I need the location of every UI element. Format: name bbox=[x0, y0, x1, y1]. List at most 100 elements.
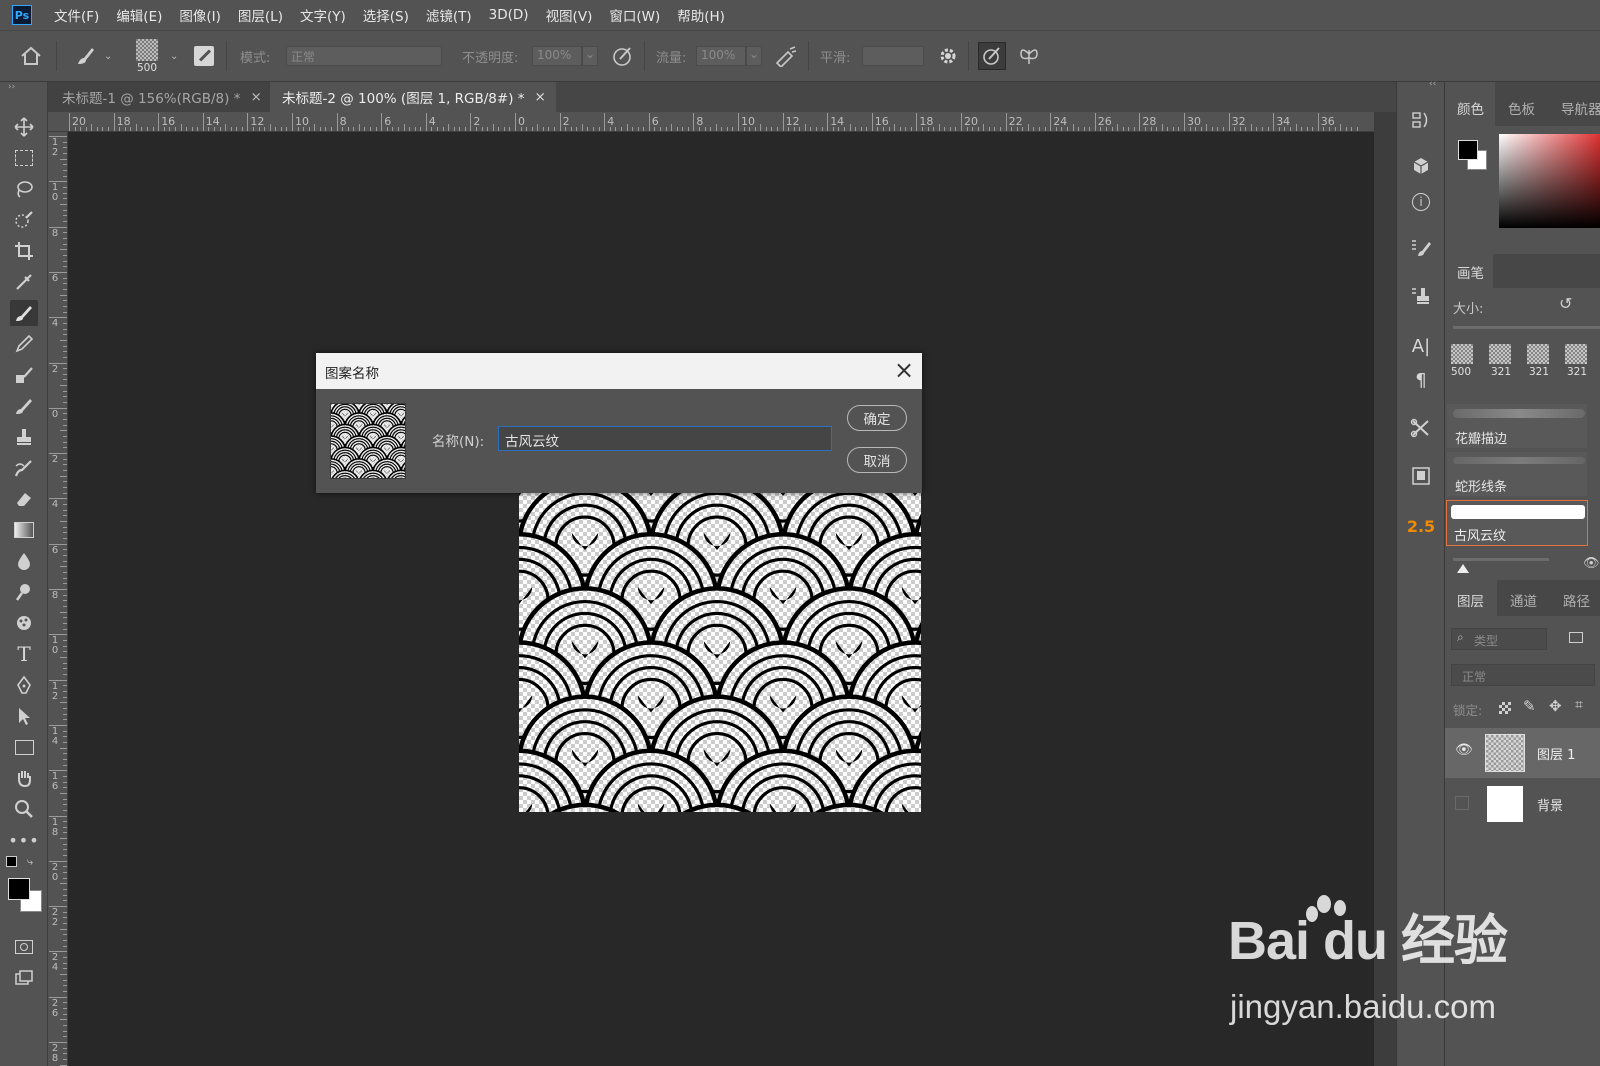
pencil-tool-icon[interactable] bbox=[10, 331, 38, 357]
info-icon[interactable]: i bbox=[1407, 188, 1435, 216]
actions-icon[interactable] bbox=[1407, 462, 1435, 490]
brush-panel-title[interactable]: 画笔 bbox=[1457, 262, 1484, 282]
mode-select[interactable]: 正常 bbox=[286, 46, 442, 66]
flow-input[interactable]: 100% bbox=[696, 46, 746, 66]
stamp-tool-icon[interactable] bbox=[10, 424, 38, 450]
chevron-down-icon[interactable]: ⌄ bbox=[170, 31, 178, 81]
layer-name[interactable]: 背景 bbox=[1537, 795, 1563, 814]
quick-mask-icon[interactable] bbox=[10, 934, 38, 960]
tab-color[interactable]: 颜色 bbox=[1457, 98, 1484, 118]
menu-window[interactable]: 窗口(W) bbox=[609, 5, 660, 25]
eyedropper-tool-icon[interactable] bbox=[10, 269, 38, 295]
menu-file[interactable]: 文件(F) bbox=[54, 5, 99, 25]
menu-filter[interactable]: 滤镜(T) bbox=[426, 5, 472, 25]
menu-select[interactable]: 选择(S) bbox=[363, 5, 409, 25]
canvas-area[interactable] bbox=[68, 132, 1374, 1066]
clone-source-icon[interactable] bbox=[1407, 282, 1435, 310]
lock-artboard-icon[interactable]: ⌗ bbox=[1575, 697, 1583, 713]
close-icon[interactable]: × bbox=[250, 89, 261, 105]
menu-type[interactable]: 文字(Y) bbox=[300, 5, 346, 25]
lasso-tool-icon[interactable] bbox=[10, 176, 38, 202]
color-picker-field[interactable] bbox=[1499, 134, 1600, 228]
move-tool-icon[interactable] bbox=[10, 114, 38, 140]
ok-button[interactable]: 确定 bbox=[847, 405, 907, 431]
brush-preset-thumb[interactable] bbox=[1527, 344, 1549, 364]
brush-list-item[interactable]: 花瓣描边 bbox=[1447, 404, 1587, 448]
history-icon[interactable] bbox=[1407, 106, 1435, 134]
menu-layer[interactable]: 图层(L) bbox=[238, 5, 283, 25]
art-history-brush-icon[interactable] bbox=[10, 455, 38, 481]
brush-preset-thumb[interactable] bbox=[1565, 344, 1587, 364]
pressure-size-icon[interactable] bbox=[978, 31, 1006, 81]
brush-settings-icon[interactable] bbox=[1407, 234, 1435, 262]
layer-filter-select[interactable]: ⌕ 类型 bbox=[1451, 628, 1547, 650]
default-colors-icon[interactable] bbox=[6, 856, 17, 867]
layer-row[interactable]: 👁 图层 1 bbox=[1445, 728, 1600, 778]
brush-preset-thumb[interactable] bbox=[1451, 344, 1473, 364]
eraser-tool-icon[interactable] bbox=[10, 486, 38, 512]
menu-image[interactable]: 图像(I) bbox=[179, 5, 221, 25]
chevron-down-icon[interactable]: ⌄ bbox=[746, 46, 762, 66]
layer-row[interactable]: 背景 bbox=[1445, 780, 1600, 828]
chevron-down-icon[interactable]: ⌄ bbox=[582, 46, 598, 66]
more-tools-icon[interactable]: ••• bbox=[8, 827, 38, 853]
opacity-input[interactable]: 100% bbox=[532, 46, 582, 66]
pattern-canvas-image[interactable] bbox=[519, 492, 921, 812]
type-tool-icon[interactable]: T bbox=[10, 641, 38, 667]
lock-paint-icon[interactable]: ✎ bbox=[1523, 697, 1536, 715]
chevron-down-icon[interactable]: ⌄ bbox=[104, 31, 112, 81]
tool-presets-icon[interactable] bbox=[1407, 414, 1435, 442]
tab-channels[interactable]: 通道 bbox=[1510, 590, 1537, 610]
menu-view[interactable]: 视图(V) bbox=[546, 5, 593, 25]
crop-tool-icon[interactable] bbox=[10, 238, 38, 264]
foreground-color-swatch[interactable] bbox=[8, 878, 30, 900]
gradient-tool-icon[interactable] bbox=[10, 517, 38, 543]
blend-mode-select[interactable]: 正常 bbox=[1451, 664, 1595, 686]
tab-document-1[interactable]: 未标题-1 @ 156%(RGB/8) * × bbox=[48, 82, 271, 112]
eye-icon[interactable]: 👁 bbox=[1455, 742, 1473, 758]
marquee-tool-icon[interactable] bbox=[10, 145, 38, 171]
brush-tool-icon[interactable] bbox=[10, 300, 38, 326]
sponge-pattern-icon[interactable] bbox=[10, 610, 38, 636]
close-icon[interactable]: × bbox=[535, 89, 546, 105]
lock-transparent-icon[interactable] bbox=[1499, 702, 1511, 714]
rectangle-tool-icon[interactable] bbox=[10, 734, 38, 760]
history-brush-tool-icon[interactable] bbox=[10, 393, 38, 419]
tab-swatches[interactable]: 色板 bbox=[1508, 98, 1535, 118]
clone-stamp-tool-icon[interactable] bbox=[10, 362, 38, 388]
smoothing-input[interactable] bbox=[862, 46, 924, 66]
blur-tool-icon[interactable] bbox=[10, 548, 38, 574]
layer-name[interactable]: 图层 1 bbox=[1537, 744, 1575, 763]
screen-mode-icon[interactable] bbox=[10, 965, 38, 991]
character-icon[interactable]: A| bbox=[1407, 332, 1435, 360]
tab-navigator[interactable]: 导航器 bbox=[1561, 98, 1600, 118]
pattern-name-input[interactable]: 古风云纹 bbox=[498, 426, 832, 451]
paragraph-icon[interactable]: ¶ bbox=[1407, 366, 1435, 394]
tab-layers[interactable]: 图层 bbox=[1457, 590, 1484, 610]
lock-position-icon[interactable]: ✥ bbox=[1549, 697, 1562, 715]
brush-preset-thumb[interactable] bbox=[1489, 344, 1511, 364]
visibility-toggle-off[interactable] bbox=[1455, 796, 1469, 810]
zoom-tool-icon[interactable] bbox=[10, 796, 38, 822]
symmetry-butterfly-icon[interactable] bbox=[1018, 31, 1040, 81]
brush-preset-icon[interactable] bbox=[74, 31, 98, 81]
tab-document-2[interactable]: 未标题-2 @ 100% (图层 1, RGB/8#) * × bbox=[270, 82, 556, 112]
brush-list-item[interactable]: 蛇形线条 bbox=[1447, 452, 1587, 496]
airbrush-icon[interactable] bbox=[774, 31, 798, 81]
quick-select-tool-icon[interactable] bbox=[10, 207, 38, 233]
menu-edit[interactable]: 编辑(E) bbox=[116, 5, 162, 25]
path-selection-tool-icon[interactable] bbox=[10, 703, 38, 729]
menu-3d[interactable]: 3D(D) bbox=[489, 7, 529, 23]
tab-paths[interactable]: 路径 bbox=[1563, 590, 1590, 610]
collapse-arrows-icon[interactable]: ›› bbox=[8, 82, 15, 92]
close-icon[interactable]: × bbox=[894, 356, 914, 384]
cancel-button[interactable]: 取消 bbox=[847, 447, 907, 473]
slider-handle[interactable] bbox=[1457, 564, 1469, 573]
pen-tool-icon[interactable] bbox=[10, 672, 38, 698]
3d-icon[interactable] bbox=[1407, 152, 1435, 180]
swap-colors-icon[interactable]: ⤷ bbox=[27, 855, 33, 869]
menu-help[interactable]: 帮助(H) bbox=[677, 5, 725, 25]
eye-icon[interactable]: 👁 bbox=[1583, 556, 1600, 571]
gear-icon[interactable] bbox=[938, 31, 958, 81]
home-icon[interactable] bbox=[20, 31, 42, 81]
